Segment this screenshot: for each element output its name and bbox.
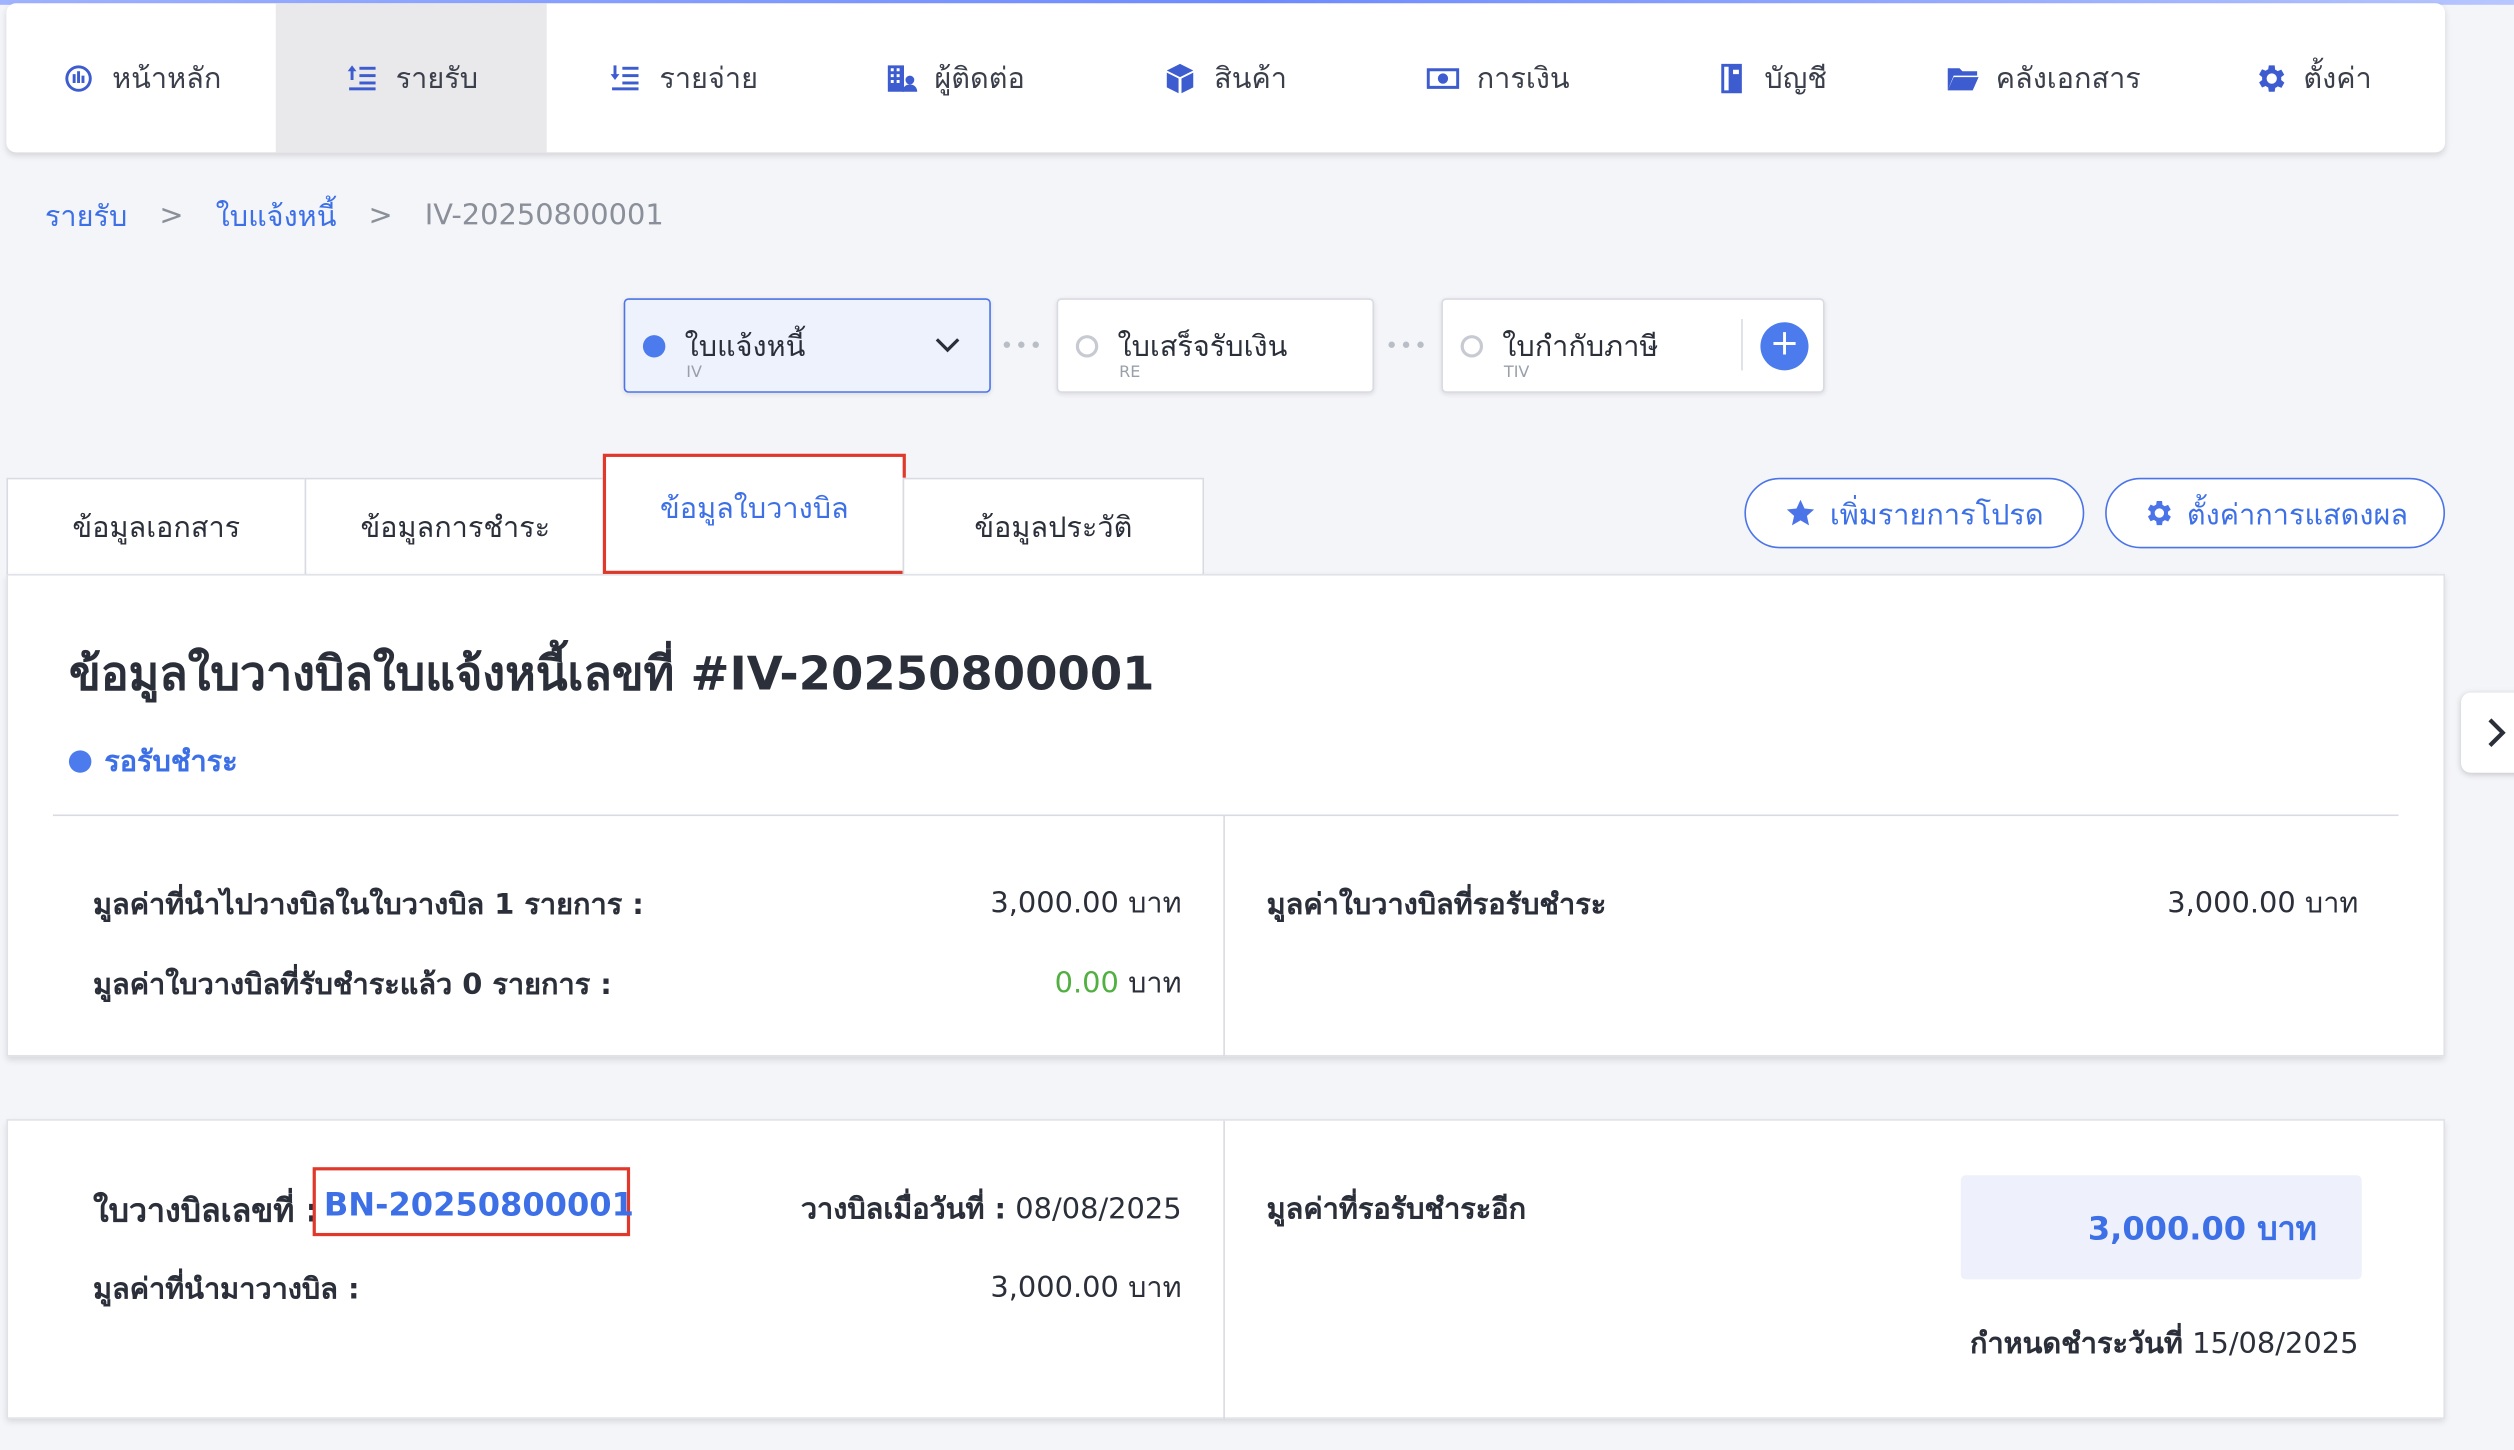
nav-label: หน้าหลัก: [112, 62, 222, 97]
tab-history-info[interactable]: ข้อมูลประวัติ: [902, 477, 1205, 576]
paid-amount-number: 0.00: [1054, 966, 1119, 1001]
chevron-down-icon[interactable]: [932, 329, 964, 361]
contacts-icon: [887, 64, 917, 91]
tab-document-info[interactable]: ข้อมูลเอกสาร: [6, 477, 307, 576]
flow-step-title: ใบเสร็จรับเงิน: [1117, 330, 1288, 364]
nav-label: ตั้งค่า: [2303, 62, 2372, 97]
flow-step-code: TIV: [1503, 363, 1530, 382]
column-divider: [1223, 1120, 1225, 1421]
breadcrumb-separator: >: [159, 198, 184, 233]
status-dot-icon: [68, 749, 92, 772]
flow-step-title: ใบแจ้งหนี้: [684, 330, 806, 364]
billing-note-link[interactable]: BN-20250800001: [324, 1185, 634, 1223]
status-label: รอรับชำระ: [104, 745, 238, 780]
nav-label: รายจ่าย: [659, 62, 758, 97]
main-nav: หน้าหลัก รายรับ รายจ่าย ผู้ติดต่อ สินค้า…: [6, 3, 2446, 153]
page-title: ข้อมูลใบวางบิลใบแจ้งหนี้เลขที่ #IV-20250…: [68, 646, 1155, 701]
billing-summary-panel: ข้อมูลใบวางบิลใบแจ้งหนี้เลขที่ #IV-20250…: [6, 573, 2446, 1057]
billing-date-label: วางบิลเมื่อวันที่ :: [800, 1192, 1007, 1227]
nav-item-expense[interactable]: รายจ่าย: [547, 3, 820, 152]
nav-label: บัญชี: [1764, 62, 1827, 97]
side-panel-toggle[interactable]: [2461, 692, 2514, 773]
gear-icon: [2258, 64, 2284, 91]
nav-item-home[interactable]: หน้าหลัก: [6, 3, 275, 152]
flow-step-invoice[interactable]: ใบแจ้งหนี้ IV: [623, 298, 991, 393]
flow-connector: [1003, 341, 1039, 348]
nav-label: ผู้ติดต่อ: [934, 62, 1025, 97]
product-box-icon: [1167, 63, 1194, 93]
breadcrumb-income-link[interactable]: รายรับ: [45, 192, 127, 238]
chevron-right-icon: [2488, 718, 2506, 748]
display-settings-label: ตั้งค่าการแสดงผล: [2186, 497, 2409, 532]
column-divider: [1223, 816, 1225, 1057]
step-ring-icon: [1075, 335, 1099, 358]
billing-note-card: ใบวางบิลเลขที่ : BN-20250800001 วางบิลเม…: [6, 1119, 2446, 1421]
breadcrumb-current: IV-20250800001: [424, 198, 664, 233]
nav-label: คลังเอกสาร: [1995, 62, 2141, 97]
pending-amount-label: มูลค่าใบวางบิลที่รอรับชำระ: [1266, 888, 1607, 922]
status-badge: รอรับชำระ: [68, 738, 238, 784]
nav-item-finance[interactable]: การเงิน: [1361, 3, 1634, 152]
billing-amount-value: 3,000.00 บาท: [990, 1271, 1182, 1306]
remaining-amount-value: 3,000.00 บาท: [1960, 1175, 2362, 1280]
nav-item-product[interactable]: สินค้า: [1089, 3, 1362, 152]
star-icon: [1787, 499, 1815, 526]
billing-note-number-label: ใบวางบิลเลขที่ :: [92, 1191, 319, 1230]
flow-step-receipt[interactable]: ใบเสร็จรับเงิน RE: [1056, 298, 1375, 393]
income-icon: [347, 64, 376, 90]
remaining-amount-label: มูลค่าที่รอรับชำระอีก: [1266, 1192, 1527, 1227]
money-icon: [1426, 67, 1460, 89]
breadcrumb-separator: >: [368, 198, 393, 233]
nav-item-accounting[interactable]: บัญชี: [1634, 3, 1907, 152]
due-date-label: กำหนดชำระวันที่: [1969, 1327, 2183, 1362]
tab-billing-note-info[interactable]: ข้อมูลใบวางบิล: [602, 453, 906, 574]
billed-amount-label: มูลค่าที่นำไปวางบิลในใบวางบิล 1 รายการ :: [92, 888, 644, 922]
tab-payment-info[interactable]: ข้อมูลการชำระ: [304, 477, 607, 576]
display-settings-button[interactable]: ตั้งค่าการแสดงผล: [2105, 477, 2446, 549]
nav-label: รายรับ: [395, 62, 479, 97]
due-date: กำหนดชำระวันที่ 15/08/2025: [1970, 1320, 2358, 1366]
billed-amount-value: 3,000.00 บาท: [990, 886, 1182, 921]
billing-date-value: 08/08/2025: [1015, 1192, 1182, 1227]
expense-icon: [610, 64, 639, 90]
gear-icon: [2147, 501, 2171, 526]
ledger-book-icon: [1720, 63, 1742, 93]
divider: [52, 814, 2399, 817]
paid-amount-label: มูลค่าใบวางบิลที่รับชำระแล้ว 0 รายการ :: [92, 968, 612, 1003]
nav-item-documents[interactable]: คลังเอกสาร: [1906, 3, 2179, 152]
due-date-value: 15/08/2025: [2192, 1327, 2359, 1362]
nav-label: สินค้า: [1214, 62, 1287, 97]
add-favorite-label: เพิ่มรายการโปรด: [1829, 497, 2044, 532]
flow-connector: [1388, 341, 1424, 348]
breadcrumb: รายรับ > ใบแจ้งหนี้ > IV-20250800001: [45, 192, 664, 238]
flow-divider: [1741, 319, 1743, 371]
dashboard-icon: [65, 64, 92, 91]
flow-step-title: ใบกำกับภาษี: [1502, 330, 1659, 364]
add-favorite-button[interactable]: เพิ่มรายการโปรด: [1744, 477, 2085, 549]
billing-amount-label: มูลค่าที่นำมาวางบิล :: [92, 1273, 360, 1307]
billing-date: วางบิลเมื่อวันที่ : 08/08/2025: [801, 1185, 1182, 1231]
breadcrumb-invoice-link[interactable]: ใบแจ้งหนี้: [216, 192, 337, 238]
folder-icon: [1947, 67, 1979, 90]
nav-label: การเงิน: [1476, 62, 1570, 97]
nav-item-contacts[interactable]: ผู้ติดต่อ: [819, 3, 1088, 152]
pending-amount-value: 3,000.00 บาท: [2167, 886, 2359, 921]
add-document-button[interactable]: +: [1760, 322, 1809, 371]
nav-item-income[interactable]: รายรับ: [275, 3, 547, 153]
paid-amount-value: 0.00 บาท: [1055, 959, 1182, 1005]
flow-step-code: IV: [686, 363, 702, 382]
flow-step-code: RE: [1119, 363, 1141, 382]
active-step-dot: [642, 335, 666, 358]
paid-amount-unit: บาท: [1128, 966, 1182, 1001]
step-ring-icon: [1460, 335, 1484, 358]
nav-item-settings[interactable]: ตั้งค่า: [2179, 3, 2445, 152]
